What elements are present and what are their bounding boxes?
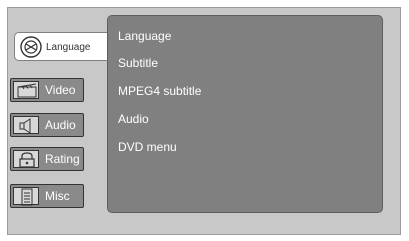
- tab-language[interactable]: Language: [14, 32, 107, 61]
- menu-item-language[interactable]: Language: [118, 29, 171, 43]
- tab-label: Misc: [45, 189, 70, 203]
- tab-label: Language: [46, 42, 91, 53]
- tab-misc[interactable]: Misc: [10, 184, 84, 208]
- lock-icon: [13, 150, 39, 168]
- clapperboard-icon: [13, 81, 39, 99]
- tab-rating[interactable]: Rating: [10, 147, 84, 171]
- menu-item-mpeg4-subtitle[interactable]: MPEG4 subtitle: [118, 84, 201, 98]
- speaker-icon: [13, 116, 39, 134]
- tab-label: Audio: [45, 118, 76, 132]
- tab-label: Rating: [45, 152, 80, 166]
- menu-item-subtitle[interactable]: Subtitle: [118, 56, 158, 70]
- globe-icon: [19, 35, 43, 59]
- document-icon: [13, 187, 39, 206]
- menu-item-audio[interactable]: Audio: [118, 112, 149, 126]
- tab-label: Video: [45, 83, 76, 97]
- menu-item-dvd-menu[interactable]: DVD menu: [118, 140, 177, 154]
- menu-panel: Language Subtitle MPEG4 subtitle Audio D…: [107, 15, 383, 213]
- tab-video[interactable]: Video: [10, 78, 84, 102]
- tab-audio[interactable]: Audio: [10, 113, 84, 137]
